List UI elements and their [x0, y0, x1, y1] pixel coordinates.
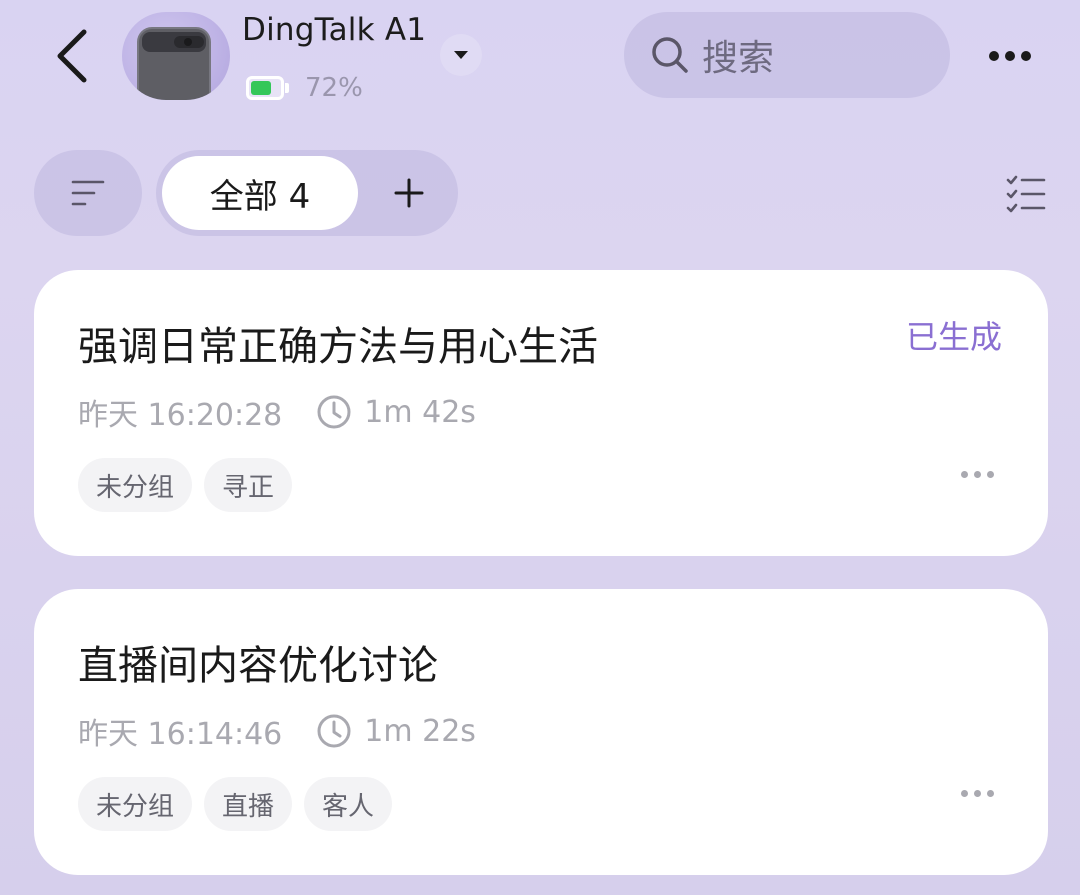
- more-dot: [986, 470, 994, 478]
- search-placeholder: 搜索: [702, 38, 775, 79]
- checklist-icon: [1006, 175, 1046, 213]
- tag-chip[interactable]: 寻正: [204, 458, 293, 512]
- device-switch-button[interactable]: [440, 34, 482, 76]
- battery-status: 72%: [246, 73, 363, 103]
- recording-title: 强调日常正确方法与用心生活: [78, 324, 598, 370]
- recording-meta: 昨天 16:14:46 1m 22s: [78, 709, 476, 753]
- chevron-left-icon: [57, 29, 87, 83]
- clock-icon: [316, 394, 352, 430]
- more-dot: [989, 51, 999, 61]
- device-name[interactable]: DingTalk A1: [242, 12, 426, 48]
- more-dot: [1021, 51, 1031, 61]
- more-dot: [960, 470, 968, 478]
- tag-chip[interactable]: 未分组: [78, 458, 193, 512]
- more-dot: [960, 789, 968, 797]
- more-dot: [973, 470, 981, 478]
- more-dot: [1005, 51, 1015, 61]
- battery-percentage: 72%: [305, 73, 363, 103]
- more-dot: [973, 789, 981, 797]
- caret-down-icon: [454, 51, 468, 59]
- more-options-button[interactable]: [984, 36, 1036, 76]
- clock-icon: [316, 713, 352, 749]
- card-more-button[interactable]: [954, 460, 1000, 488]
- card-more-button[interactable]: [954, 779, 1000, 807]
- battery-icon: [246, 76, 284, 100]
- recording-time: 昨天 16:14:46: [78, 717, 283, 752]
- tab-group: 全部 4: [156, 150, 458, 236]
- recording-duration: 1m 42s: [364, 394, 476, 430]
- tag-list: 未分组 寻正: [78, 458, 304, 512]
- battery-tip: [285, 83, 289, 93]
- search-icon: [650, 35, 690, 75]
- add-tab-button[interactable]: [382, 166, 436, 220]
- plus-icon: [394, 178, 424, 208]
- tab-all[interactable]: 全部 4: [162, 156, 358, 230]
- tag-list: 未分组 直播 客人: [78, 777, 404, 831]
- tag-chip[interactable]: 未分组: [78, 777, 193, 831]
- status-badge: 已生成: [905, 318, 1002, 356]
- back-button[interactable]: [52, 26, 92, 86]
- recording-card[interactable]: 直播间内容优化讨论 昨天 16:14:46 1m 22s 未分组 直播 客人: [34, 589, 1048, 875]
- device-avatar[interactable]: [122, 12, 230, 100]
- search-input[interactable]: 搜索: [624, 12, 950, 98]
- recording-card[interactable]: 强调日常正确方法与用心生活 已生成 昨天 16:20:28 1m 42s 未分组…: [34, 270, 1048, 556]
- recording-time: 昨天 16:20:28: [78, 398, 283, 433]
- recording-meta: 昨天 16:20:28 1m 42s: [78, 390, 476, 434]
- sort-lines-icon: [71, 180, 105, 206]
- sort-button[interactable]: [34, 150, 142, 236]
- tag-chip[interactable]: 客人: [304, 777, 393, 831]
- tag-chip[interactable]: 直播: [204, 777, 293, 831]
- battery-level-fill: [251, 81, 272, 95]
- recording-title: 直播间内容优化讨论: [78, 643, 438, 689]
- recording-duration: 1m 22s: [364, 713, 476, 749]
- more-dot: [986, 789, 994, 797]
- multi-select-button[interactable]: [1002, 170, 1050, 218]
- device-image: [137, 27, 211, 100]
